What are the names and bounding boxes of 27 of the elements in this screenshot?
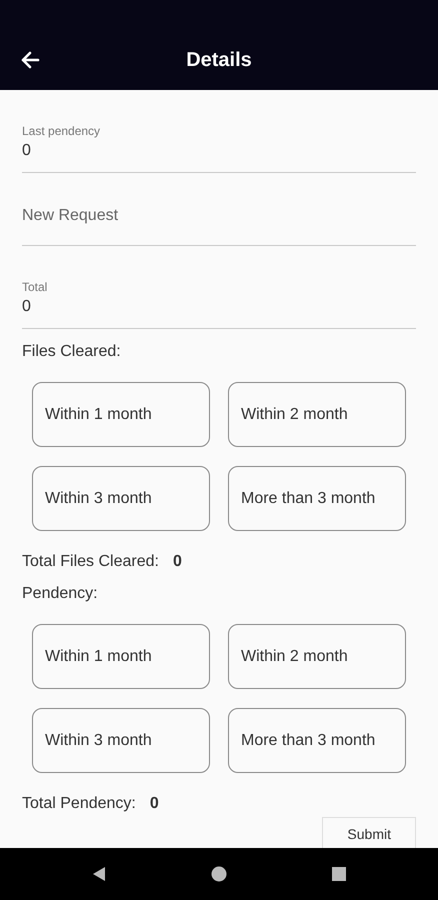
total-label: Total Files Cleared: <box>22 553 159 571</box>
screen-title: Details <box>186 49 252 72</box>
home-circle-icon[interactable] <box>211 866 227 882</box>
back-arrow-icon[interactable] <box>20 51 40 69</box>
option-button[interactable]: Within 3 month <box>32 708 210 773</box>
field-value: 0 <box>22 298 32 316</box>
field-value: 0 <box>22 142 32 160</box>
section-title: Files Cleared: <box>22 343 122 361</box>
field-placeholder: New Request <box>22 207 120 225</box>
option-button[interactable]: Within 1 month <box>32 382 210 447</box>
option-button[interactable]: Within 3 month <box>32 466 210 531</box>
option-button[interactable]: Within 1 month <box>32 624 210 689</box>
total-value: 0 <box>172 553 182 571</box>
text-field[interactable]: Total 0 <box>22 280 416 329</box>
field-label: Last pendency <box>22 124 102 138</box>
section-title: Pendency: <box>22 585 99 603</box>
option-button[interactable]: Within 2 month <box>228 624 406 689</box>
total-value: 0 <box>150 795 159 813</box>
total-label: Total Pendency: <box>22 795 136 813</box>
option-button[interactable]: More than 3 month <box>228 708 406 773</box>
back-triangle-icon[interactable] <box>92 866 106 882</box>
option-button[interactable]: More than 3 month <box>228 466 406 531</box>
submit-button[interactable]: Submit <box>322 817 416 848</box>
field-label: Total <box>22 280 48 294</box>
text-field[interactable]: New Request <box>22 207 416 246</box>
option-button[interactable]: Within 2 month <box>228 382 406 447</box>
text-field[interactable]: Last pendency 0 <box>22 124 416 173</box>
